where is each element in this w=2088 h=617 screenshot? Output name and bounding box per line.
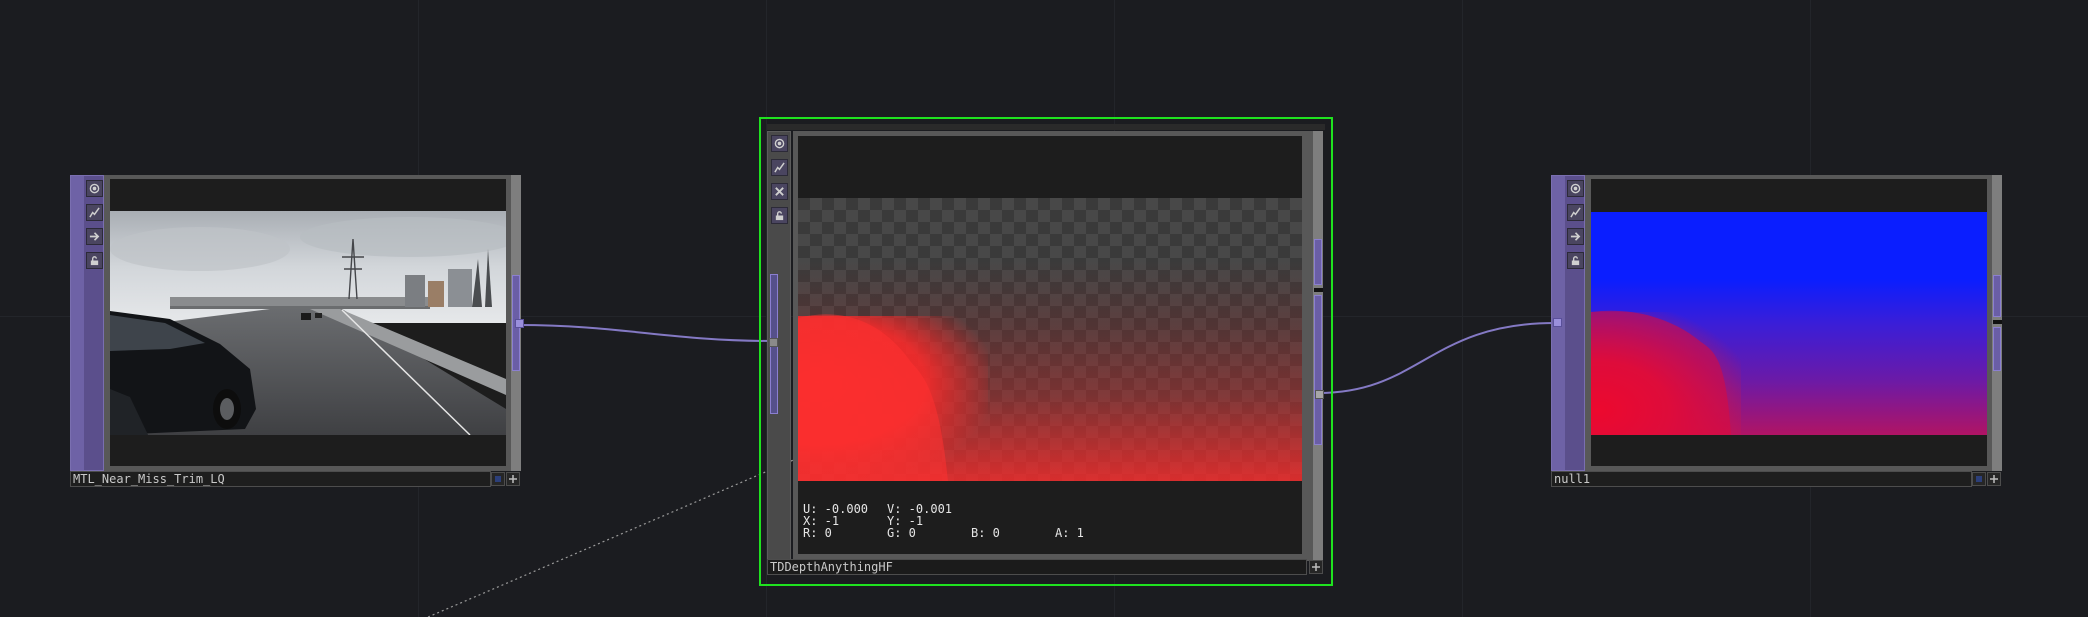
road-scene-image (110, 179, 506, 466)
null-depth-image (1591, 212, 1987, 435)
node-sidebar (70, 175, 104, 471)
output-connector[interactable] (1315, 390, 1324, 399)
probe-b: B: 0 (971, 526, 1000, 540)
output-tab-upper[interactable] (1314, 239, 1322, 285)
bypass-x-icon[interactable] (771, 183, 788, 200)
output-connector[interactable] (515, 319, 524, 328)
arrow-right-icon[interactable] (86, 228, 103, 245)
output-tab-upper[interactable] (1993, 275, 2001, 317)
lock-icon[interactable] (1567, 252, 1584, 269)
wave-flag-icon[interactable] (86, 204, 103, 221)
plus-icon[interactable] (1987, 472, 2001, 486)
viewer-active-toggle[interactable] (491, 472, 505, 486)
node-name-label[interactable]: TDDepthAnythingHF (767, 559, 1307, 575)
node-movie[interactable]: MTL_Near_Miss_Trim_LQ (70, 175, 525, 491)
output-tab-lower[interactable] (1314, 295, 1322, 445)
lock-icon[interactable] (771, 207, 788, 224)
depth-image (798, 198, 1302, 481)
plus-icon[interactable] (1309, 560, 1323, 574)
viewer-circle-icon[interactable] (771, 135, 788, 152)
output-tab-lower[interactable] (1993, 327, 2001, 371)
arrow-right-icon[interactable] (1567, 228, 1584, 245)
probe-a: A: 1 (1055, 526, 1084, 540)
wave-flag-icon[interactable] (1567, 204, 1584, 221)
wire-movie-to-depth[interactable] (517, 324, 774, 342)
node-viewer[interactable] (110, 179, 506, 466)
node-depth[interactable]: U: -0.000 V: -0.001 X: -1 Y: -1 R: 0 G: … (759, 117, 1333, 586)
node-viewer[interactable] (1591, 179, 1987, 466)
input-connector[interactable] (1553, 318, 1562, 327)
viewer-circle-icon[interactable] (1567, 180, 1584, 197)
output-divider (1314, 288, 1323, 292)
lock-icon[interactable] (86, 252, 103, 269)
probe-g: G: 0 (887, 526, 916, 540)
plus-icon[interactable] (506, 472, 520, 486)
input-connector[interactable] (769, 338, 778, 347)
output-divider (1993, 320, 2002, 324)
node-name-label[interactable]: null1 (1551, 471, 1972, 487)
node-top-bar (767, 124, 1325, 130)
wire-depth-to-null[interactable] (1317, 322, 1556, 394)
node-viewer[interactable]: U: -0.000 V: -0.001 X: -1 Y: -1 R: 0 G: … (798, 136, 1302, 554)
node-null[interactable]: null1 (1551, 175, 2006, 491)
viewer-circle-icon[interactable] (86, 180, 103, 197)
wave-flag-icon[interactable] (771, 159, 788, 176)
viewer-active-toggle[interactable] (1972, 472, 1986, 486)
probe-r: R: 0 (803, 526, 832, 540)
node-name-label[interactable]: MTL_Near_Miss_Trim_LQ (70, 471, 491, 487)
